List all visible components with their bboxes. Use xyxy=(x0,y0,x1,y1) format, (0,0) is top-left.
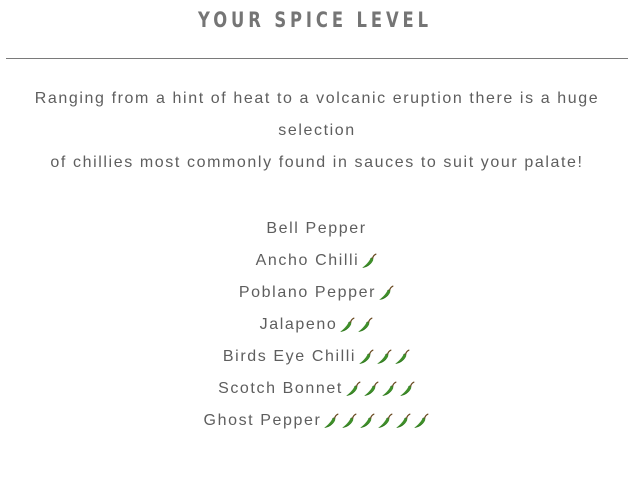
spice-level-name: Poblano Pepper xyxy=(238,284,377,301)
spice-level-item: Birds Eye Chilli xyxy=(6,341,628,373)
spice-level-item: Bell Pepper xyxy=(6,213,628,245)
divider xyxy=(6,58,628,59)
hot-pepper-icon xyxy=(377,349,392,364)
hot-pepper-icon xyxy=(379,285,394,300)
hot-pepper-icon xyxy=(359,349,374,364)
spice-level-name: Scotch Bonnet xyxy=(218,380,343,397)
intro-line-2: of chillies most commonly found in sauce… xyxy=(50,154,584,171)
chilli-rating xyxy=(338,316,374,334)
spice-level-name: Birds Eye Chilli xyxy=(222,348,357,365)
hot-pepper-icon xyxy=(400,381,415,396)
chilli-rating xyxy=(344,380,416,398)
hot-pepper-icon xyxy=(395,349,410,364)
hot-pepper-icon xyxy=(362,253,377,268)
spice-level-item: Scotch Bonnet xyxy=(6,373,628,405)
hot-pepper-icon xyxy=(382,381,397,396)
intro-text: Ranging from a hint of heat to a volcani… xyxy=(6,83,628,179)
spice-level-name: Jalapeno xyxy=(259,316,338,333)
chilli-rating xyxy=(360,252,378,270)
hot-pepper-icon xyxy=(324,413,339,428)
spice-level-name: Ancho Chilli xyxy=(255,252,360,269)
spice-level-name: Bell Pepper xyxy=(266,220,367,237)
spice-level-item: Ghost Pepper xyxy=(6,405,628,437)
hot-pepper-icon xyxy=(358,317,373,332)
spice-level-section: YOUR SPICE LEVEL Ranging from a hint of … xyxy=(0,0,642,490)
chilli-rating xyxy=(377,284,395,302)
hot-pepper-icon xyxy=(364,381,379,396)
hot-pepper-icon xyxy=(342,413,357,428)
spice-level-item: Poblano Pepper xyxy=(6,277,628,309)
spice-level-name: Ghost Pepper xyxy=(203,412,322,429)
chilli-rating xyxy=(357,348,411,366)
hot-pepper-icon xyxy=(396,413,411,428)
spice-level-list: Bell Pepper Ancho Chilli Poblano Pepper … xyxy=(6,213,628,437)
hot-pepper-icon xyxy=(360,413,375,428)
page-title: YOUR SPICE LEVEL xyxy=(198,8,432,32)
spice-level-item: Ancho Chilli xyxy=(6,245,628,277)
intro-line-1: Ranging from a hint of heat to a volcani… xyxy=(34,90,600,139)
hot-pepper-icon xyxy=(378,413,393,428)
hot-pepper-icon xyxy=(340,317,355,332)
chilli-rating xyxy=(322,412,430,430)
spice-level-item: Jalapeno xyxy=(6,309,628,341)
hot-pepper-icon xyxy=(346,381,361,396)
hot-pepper-icon xyxy=(414,413,429,428)
